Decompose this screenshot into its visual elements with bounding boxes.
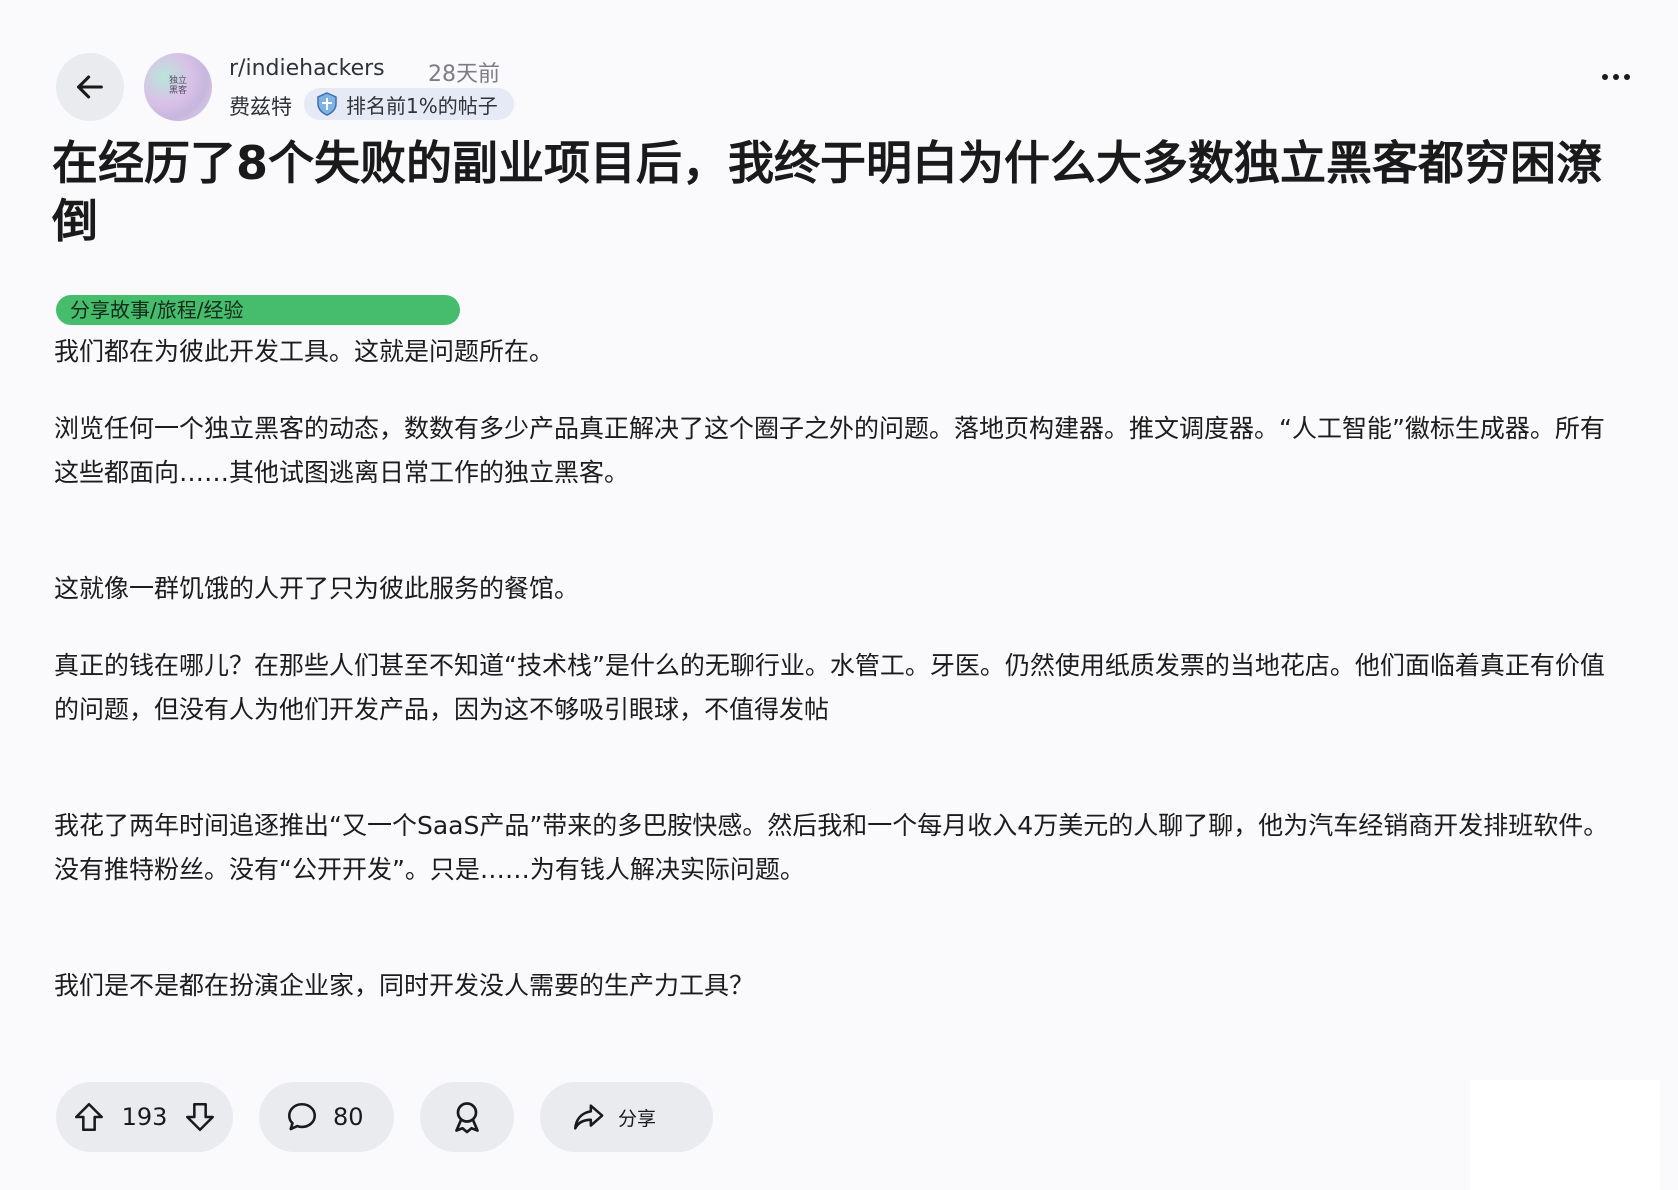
share-icon (573, 1104, 604, 1130)
downvote-icon[interactable] (183, 1100, 217, 1134)
rank-badge-label: 排名前1%的帖子 (346, 93, 498, 118)
rank-badge: 排名前1%的帖子 (304, 88, 514, 120)
subreddit-name[interactable]: r/indiehackers (229, 56, 385, 81)
vote-control: 193 (56, 1082, 233, 1152)
post-flair[interactable]: 分享故事/旅程/经验 (56, 295, 460, 325)
back-arrow-icon (77, 75, 103, 99)
body-paragraph: 我花了两年时间追逐推出“又一个SaaS产品”带来的多巴胺快感。然后我和一个每月收… (54, 811, 1609, 884)
upvote-icon[interactable] (72, 1100, 106, 1134)
rank-shield-icon (317, 92, 337, 116)
share-button[interactable]: 分享 (540, 1082, 713, 1152)
comment-button[interactable]: 80 (259, 1082, 394, 1152)
body-paragraph: 浏览任何一个独立黑客的动态，数数有多少产品真正解决了这个圈子之外的问题。落地页构… (54, 414, 1605, 487)
share-label: 分享 (618, 1107, 657, 1130)
body-paragraph: 这就像一群饥饿的人开了只为彼此服务的餐馆。 (54, 574, 580, 603)
more-options-button[interactable] (1602, 74, 1630, 80)
comment-icon (287, 1102, 317, 1131)
post-time: 28天前 (428, 62, 500, 87)
body-paragraph: 我们都在为彼此开发工具。这就是问题所在。 (54, 337, 555, 366)
action-bar: 193 80 分享 (56, 1082, 713, 1152)
back-button[interactable] (56, 53, 124, 121)
author-name[interactable]: 费兹特 (229, 91, 292, 121)
comment-count: 80 (333, 1103, 364, 1131)
vote-count: 193 (121, 1103, 168, 1131)
award-icon (455, 1102, 479, 1134)
body-paragraph: 我们是不是都在扮演企业家，同时开发没人需要的生产力工具？ (54, 971, 755, 1000)
post-title: 在经历了8个失败的副业项目后，我终于明白为什么大多数独立黑客都穷困潦倒 (52, 136, 1603, 248)
post-body: 我们都在为彼此开发工具。这就是问题所在。 浏览任何一个独立黑客的动态，数数有多少… (54, 330, 1614, 1008)
award-button[interactable] (420, 1082, 514, 1152)
corner-patch (1470, 1080, 1660, 1190)
body-paragraph: 真正的钱在哪儿？在那些人们甚至不知道“技术栈”是什么的无聊行业。水管工。牙医。仍… (54, 651, 1605, 724)
avatar-text-line2: 黑客 (168, 86, 187, 96)
subreddit-avatar[interactable]: 独立 黑客 (144, 53, 212, 121)
more-options-icon (1602, 74, 1608, 80)
